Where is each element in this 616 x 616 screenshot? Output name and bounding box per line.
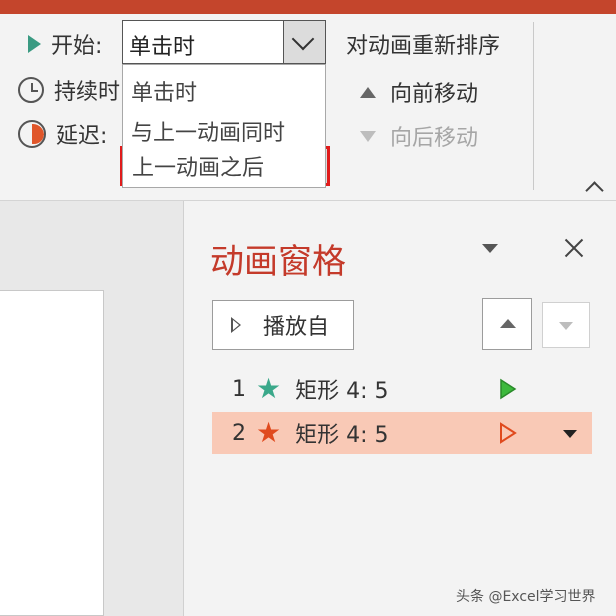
triangle-down-icon (360, 130, 376, 142)
move-down-button[interactable] (542, 302, 590, 348)
delay-row: 延迟: (18, 118, 107, 150)
title-bar (0, 0, 616, 14)
dropdown-option-with-previous[interactable]: 与上一动画同时 (131, 115, 285, 147)
start-combobox-value: 单击时 (129, 35, 196, 60)
pane-title: 动画窗格 (210, 242, 346, 282)
watermark: 头条 @Excel学习世界 (456, 589, 596, 605)
pane-options-icon[interactable] (482, 244, 498, 253)
star-icon: ★ (256, 416, 282, 449)
item-label: 矩形 4: 5 (295, 423, 389, 448)
play-icon (28, 35, 41, 53)
move-up-button[interactable] (482, 298, 532, 350)
start-combobox[interactable]: 单击时 (122, 20, 326, 64)
item-number: 1 (232, 376, 246, 402)
triangle-up-icon (360, 86, 376, 98)
duration-label: 持续时 (54, 80, 121, 105)
triangle-up-icon (500, 319, 516, 328)
animation-list-item-selected[interactable]: 2 ★ 矩形 4: 5 (212, 412, 592, 454)
move-backward-button[interactable]: 向后移动 (360, 120, 478, 152)
star-icon: ★ (256, 372, 282, 405)
play-indicator-icon (500, 378, 517, 400)
item-number: 2 (232, 420, 246, 446)
clock-icon (18, 77, 44, 103)
dropdown-option-after-previous[interactable]: 上一动画之后 (132, 150, 264, 182)
play-indicator-icon (500, 422, 517, 444)
play-icon (231, 317, 241, 333)
play-from-label: 播放自 (263, 315, 330, 340)
ribbon-separator (533, 22, 534, 190)
delay-icon (18, 120, 46, 148)
animation-list-item[interactable]: 1 ★ 矩形 4: 5 (212, 368, 592, 410)
move-forward-label: 向前移动 (390, 82, 479, 107)
close-icon[interactable] (562, 236, 586, 260)
duration-row: 持续时 (18, 74, 120, 106)
dropdown-option-on-click[interactable]: 单击时 (131, 75, 197, 107)
move-forward-button[interactable]: 向前移动 (360, 76, 478, 108)
slide-canvas[interactable] (0, 290, 104, 616)
item-dropdown-icon[interactable] (563, 430, 577, 438)
reorder-title: 对动画重新排序 (346, 34, 501, 59)
start-dropdown-button[interactable] (283, 21, 325, 63)
play-from-button[interactable]: 播放自 (212, 300, 354, 350)
move-backward-label: 向后移动 (390, 126, 479, 151)
start-label: 开始: (51, 34, 103, 59)
triangle-down-icon (559, 322, 573, 330)
item-label: 矩形 4: 5 (295, 379, 389, 404)
chevron-down-icon (291, 27, 315, 51)
start-row: 开始: (22, 28, 102, 60)
delay-label: 延迟: (56, 124, 108, 149)
